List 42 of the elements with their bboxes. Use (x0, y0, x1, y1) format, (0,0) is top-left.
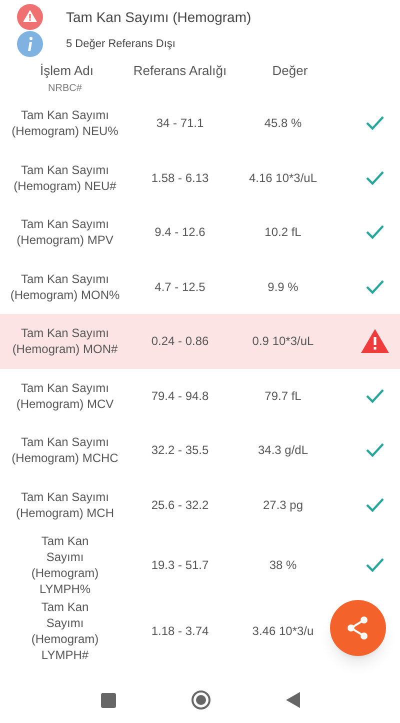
table-cell-text: 10.2 fL (264, 224, 302, 240)
table-cell-text: Tam Kan Sayımı (Hemogram) NEU% (10, 107, 120, 140)
table-cell-text: 3.46 10*3/u (251, 623, 315, 639)
table-cell-text: 32.2 - 35.5 (150, 442, 210, 458)
table-cell-text: 79.4 - 94.8 (150, 388, 210, 404)
table-cell-text: Tam Kan Sayımı (Hemogram) LYMPH# (30, 599, 100, 663)
table-cell-text: 27.3 pg (262, 496, 304, 513)
table-cell-text: Tam Kan Sayımı (Hemogram) MPV (16, 216, 114, 248)
column-header: İşlem Adı (40, 62, 94, 80)
table-cell-text: Tam Kan Sayımı (Hemogram) LYMPH% (30, 533, 100, 597)
table-cell-text: 25.6 - 32.2 (150, 496, 210, 513)
table-cell-text: 45.8 % (263, 115, 303, 132)
home-icon[interactable] (190, 690, 210, 710)
back-icon[interactable] (286, 692, 300, 708)
table-cell-text: 9.9 % (266, 278, 300, 295)
table-cell-text: 19.3 - 51.7 (150, 557, 210, 573)
info-icon (16, 30, 44, 58)
column-header: Referans Aralığı (133, 62, 227, 80)
table-cell-text: Tam Kan Sayımı (Hemogram) MCHC (10, 434, 120, 466)
recent-apps-icon[interactable] (100, 692, 116, 708)
table-cell-text: 0.9 10*3/uL (251, 333, 315, 350)
table-cell-text: 34.3 g/dL (256, 442, 310, 458)
warning-icon (16, 3, 44, 31)
table-cell-text: Tam Kan Sayımı (Hemogram) MCH (14, 488, 115, 521)
out-of-range-summary: 5 Değer Referans Dışı (66, 36, 176, 52)
table-cell-text: 9.4 - 12.6 (154, 224, 206, 240)
table-cell-text: Tam Kan Sayımı (Hemogram) MCV (15, 380, 115, 412)
table-cell-text: 4.7 - 12.5 (154, 278, 206, 295)
table-cell-text: 1.58 - 6.13 (150, 170, 210, 186)
table-cell-text: Tam Kan Sayımı (Hemogram) NEU# (12, 162, 118, 194)
table-cell-text: Tam Kan Sayımı (Hemogram) MON% (9, 270, 121, 303)
warning-icon (360, 328, 390, 354)
table-cell-text: 34 - 71.1 (155, 115, 205, 132)
table-cell-text: 38 % (268, 557, 298, 573)
table-cell-text: NRBC# (47, 84, 83, 96)
report-title: Tam Kan Sayımı (Hemogram) (66, 8, 252, 27)
column-header: Değer (272, 62, 308, 80)
table-cell-text: 79.7 fL (264, 388, 302, 404)
table-cell-text: 4.16 10*3/uL (248, 170, 318, 186)
table-cell-text: Tam Kan Sayımı (Hemogram) MON# (11, 325, 119, 358)
table-cell-text: 1.18 - 3.74 (150, 623, 210, 639)
table-cell-text: 0.24 - 0.86 (150, 333, 210, 350)
